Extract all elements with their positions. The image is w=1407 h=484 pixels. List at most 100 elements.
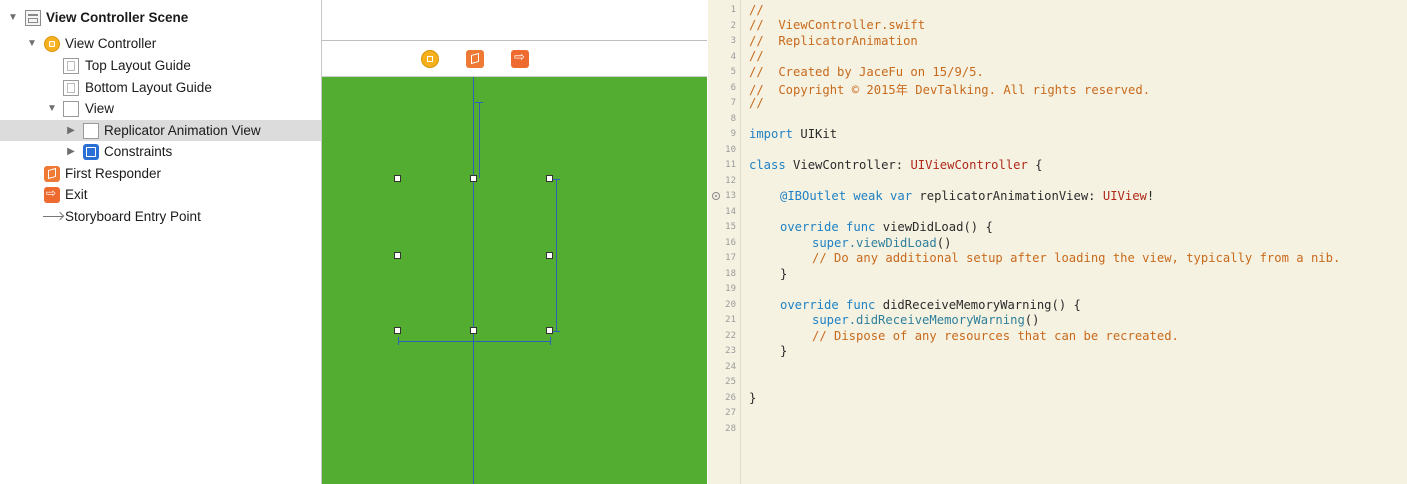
line-number: 7 xyxy=(730,98,736,108)
scene-dock xyxy=(322,41,707,77)
line-number: 17 xyxy=(725,253,736,263)
outline-row-first-responder[interactable]: First Responder xyxy=(0,163,321,184)
replicator-view-label: Replicator Animation View xyxy=(104,123,261,138)
outline-row-replicator-view[interactable]: ▶ Replicator Animation View xyxy=(0,120,321,141)
line-number: 3 xyxy=(730,36,736,46)
outline-row-top-layout-guide[interactable]: Top Layout Guide xyxy=(0,55,321,76)
line-number: 10 xyxy=(725,144,736,155)
view-controller-icon xyxy=(44,35,60,52)
line-number-gutter: 1 2 3 4 5 6 7 8 9 10 11 12 13 14 15 16 17 18 19 20 21 22 23 24 2… xyxy=(708,0,741,484)
constraints-label: Constraints xyxy=(104,144,173,159)
exit-icon xyxy=(44,186,60,203)
height-constraint[interactable] xyxy=(556,179,557,331)
line-number: 16 xyxy=(725,237,736,248)
disclosure-open-icon[interactable]: ▼ xyxy=(27,38,37,49)
code-line: // ReplicatorAnimation xyxy=(749,34,918,48)
resize-handle-top-right[interactable] xyxy=(546,175,553,182)
code-line: super.viewDidLoad() xyxy=(812,236,951,250)
code-line: // Dispose of any resources that can be … xyxy=(812,329,1179,343)
code-line: } xyxy=(749,391,757,405)
first-responder-icon[interactable] xyxy=(466,50,484,68)
view-controller-icon[interactable] xyxy=(421,50,439,68)
exit-label: Exit xyxy=(65,187,88,202)
first-responder-icon xyxy=(44,165,60,182)
code-editor[interactable]: 1 2 3 4 5 6 7 8 9 10 11 12 13 14 15 16 17 18 19 20 21 22 23 24 2… xyxy=(708,0,1407,484)
code-line: override func didReceiveMemoryWarning() … xyxy=(780,298,1081,312)
line-number: 20 xyxy=(725,299,736,310)
outline-row-view-controller[interactable]: ▼ View Controller xyxy=(0,33,321,54)
top-space-constraint[interactable] xyxy=(479,102,480,178)
resize-handle-top-left[interactable] xyxy=(394,175,401,182)
code-keyword: super xyxy=(812,313,849,327)
line-number: 6 xyxy=(730,82,736,93)
line-number: 4 xyxy=(730,51,736,62)
code-type: UIView xyxy=(1102,189,1147,203)
first-responder-label: First Responder xyxy=(65,166,162,181)
exit-icon[interactable] xyxy=(511,49,529,68)
line-number: 22 xyxy=(725,330,736,341)
code-keyword: class xyxy=(749,158,786,172)
code-line: super.didReceiveMemoryWarning() xyxy=(812,313,1039,327)
line-number: 5 xyxy=(730,67,736,77)
disclosure-open-icon[interactable]: ▼ xyxy=(8,12,18,23)
code-keyword: @IBOutlet weak var xyxy=(780,189,913,203)
resize-handle-bottom-right[interactable] xyxy=(546,327,553,334)
code-line: // Do any additional setup after loading… xyxy=(812,251,1341,265)
constraint-cap xyxy=(552,331,560,332)
resize-handle-bottom-left[interactable] xyxy=(394,327,401,334)
bottom-layout-guide-label: Bottom Layout Guide xyxy=(85,80,212,95)
outline-row-constraints[interactable]: ▶ Constraints xyxy=(0,141,321,162)
outline-row-entry-point[interactable]: Storyboard Entry Point xyxy=(0,206,321,227)
code-keyword: import xyxy=(749,127,794,141)
outline-row-view[interactable]: ▼ View xyxy=(0,98,321,119)
code-line: // xyxy=(749,49,764,63)
code-line: } xyxy=(780,267,788,281)
code-text: replicatorAnimationView: xyxy=(912,189,1103,203)
disclosure-closed-icon[interactable]: ▶ xyxy=(66,146,76,157)
code-text: () xyxy=(936,236,952,250)
line-number: 19 xyxy=(725,284,736,294)
top-layout-guide-label: Top Layout Guide xyxy=(85,58,191,73)
line-number: 24 xyxy=(725,361,736,372)
constraint-cap xyxy=(550,337,551,345)
resize-handle-bottom[interactable] xyxy=(470,327,477,334)
code-function: .viewDidLoad xyxy=(848,236,937,250)
view-icon xyxy=(83,122,99,139)
resize-handle-right[interactable] xyxy=(546,252,553,259)
resize-handle-top[interactable] xyxy=(470,175,477,182)
line-number: 28 xyxy=(725,423,736,434)
code-text: didReceiveMemoryWarning() { xyxy=(875,298,1081,312)
replicator-animation-view[interactable] xyxy=(398,179,550,331)
code-line: @IBOutlet weak var replicatorAnimationVi… xyxy=(780,189,1154,203)
line-number: 25 xyxy=(725,377,736,387)
constraint-cap xyxy=(552,179,560,180)
line-number: 26 xyxy=(725,392,736,403)
code-line: // xyxy=(749,3,764,17)
code-keyword: super xyxy=(812,236,849,250)
outline-row-bottom-layout-guide[interactable]: Bottom Layout Guide xyxy=(0,77,321,98)
storyboard-canvas[interactable] xyxy=(322,0,707,484)
disclosure-open-icon[interactable]: ▼ xyxy=(47,103,57,114)
line-number: 9 xyxy=(730,129,736,139)
scene-title: View Controller Scene xyxy=(46,10,189,25)
resize-handle-left[interactable] xyxy=(394,252,401,259)
view-label: View xyxy=(85,101,115,116)
outline-row-exit[interactable]: Exit xyxy=(0,184,321,205)
code-text: () xyxy=(1024,313,1040,327)
layout-guide-icon xyxy=(63,79,79,96)
outline-row-scene[interactable]: ▼ View Controller Scene xyxy=(0,7,321,28)
width-constraint[interactable] xyxy=(398,341,550,342)
entry-point-arrow-icon xyxy=(43,216,63,217)
code-keyword: override func xyxy=(780,220,876,234)
code-line: } xyxy=(780,344,788,358)
code-keyword: override func xyxy=(780,298,876,312)
code-line: // ViewController.swift xyxy=(749,18,926,32)
constraint-cap xyxy=(398,337,399,345)
code-text: ViewController: xyxy=(785,158,911,172)
line-number: 11 xyxy=(725,160,736,170)
view-icon xyxy=(63,100,79,117)
code-text: ! xyxy=(1146,189,1155,203)
disclosure-closed-icon[interactable]: ▶ xyxy=(66,125,76,136)
line-number: 23 xyxy=(725,346,736,356)
outlet-connection-icon[interactable] xyxy=(712,192,720,200)
